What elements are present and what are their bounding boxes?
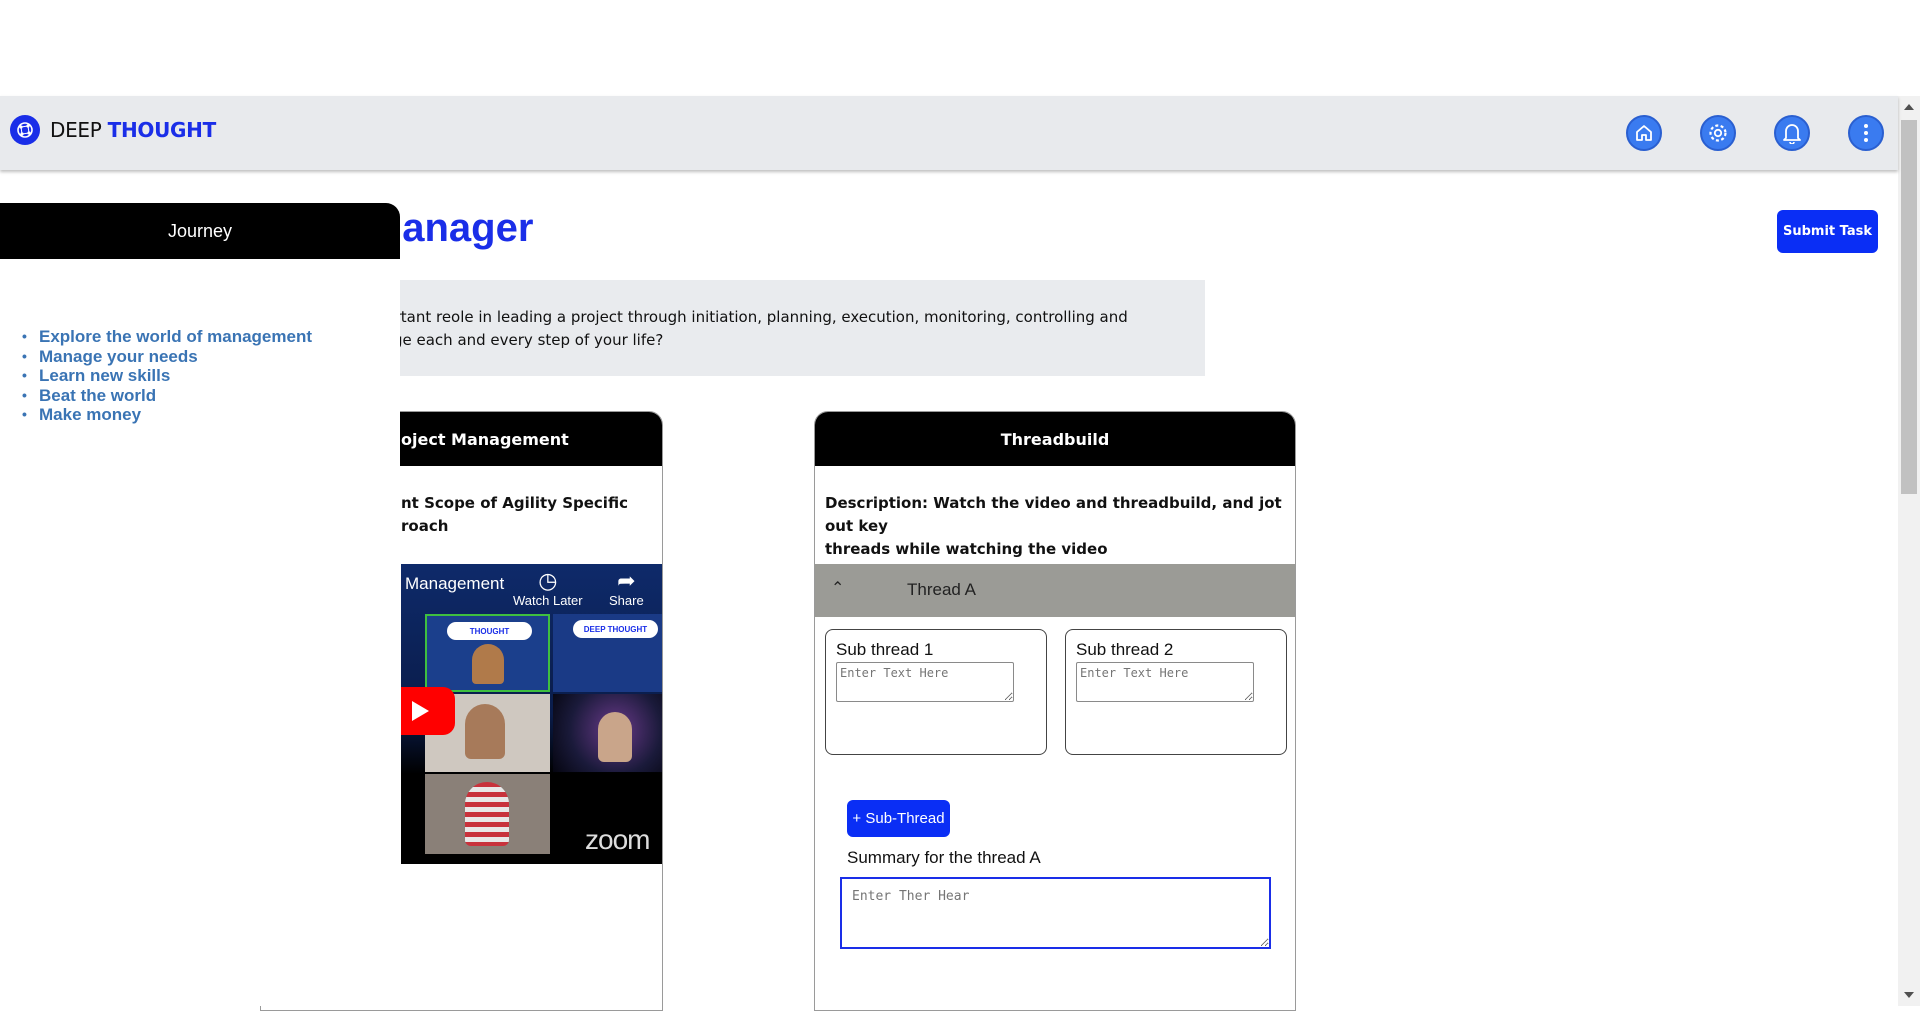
task-description-box: y an important reole in leading a projec…: [320, 280, 1205, 376]
video-title: Management: [405, 574, 505, 593]
journey-sidebar: Journey Explore the world of management …: [0, 203, 400, 1006]
journey-item[interactable]: Manage your needs: [22, 347, 312, 367]
participant-tile: [425, 774, 550, 854]
card-description-line: nt Scope of Agility Specific: [401, 494, 628, 512]
bell-icon[interactable]: [1774, 115, 1810, 151]
home-icon[interactable]: [1626, 115, 1662, 151]
top-navbar: DEEP THOUGHT: [0, 96, 1898, 170]
journey-list: Explore the world of management Manage y…: [22, 327, 312, 425]
thread-summary-input[interactable]: [840, 877, 1271, 949]
card-description-line: threads while watching the video: [825, 540, 1108, 558]
watch-later-label: Watch Later: [513, 593, 583, 608]
subthread-title: Sub thread 1: [836, 640, 934, 659]
subthread-title: Sub thread 2: [1076, 640, 1174, 659]
card-description: Description: Watch the video and threadb…: [815, 466, 1295, 561]
description-line: t to manage each and every step of your …: [320, 331, 664, 349]
journey-item[interactable]: Explore the world of management: [22, 327, 312, 347]
video-player[interactable]: Management ◷ Watch Later ➦ Share THOUGHT…: [401, 564, 662, 864]
brand-highlight: THOUGHT: [107, 118, 217, 142]
share-control[interactable]: ➦ Share: [609, 568, 644, 609]
tile-badge: DEEP THOUGHT: [573, 620, 658, 638]
youtube-play-button[interactable]: [401, 687, 455, 735]
journey-item[interactable]: Make money: [22, 405, 312, 425]
more-vertical-icon[interactable]: [1848, 115, 1884, 151]
participant-tile: DEEP THOUGHT: [553, 614, 662, 692]
journey-item[interactable]: Beat the world: [22, 386, 312, 406]
scrollbar-thumb[interactable]: [1901, 120, 1917, 494]
thread-label: Thread A: [907, 580, 976, 599]
share-label: Share: [609, 593, 644, 608]
participant-tile: [553, 694, 662, 772]
tile-badge: THOUGHT: [447, 622, 532, 640]
scroll-down-icon[interactable]: [1904, 992, 1914, 998]
subthread-card: Sub thread 2: [1065, 629, 1287, 755]
card-description-line: roach: [401, 517, 449, 535]
brand-name: DEEP THOUGHT: [50, 118, 216, 142]
participant-image: [465, 782, 509, 846]
subthread-card: Sub thread 1: [825, 629, 1047, 755]
watch-later-control[interactable]: ◷ Watch Later: [513, 568, 583, 609]
journey-item[interactable]: Learn new skills: [22, 366, 312, 386]
card-description-line: Description: Watch the video and threadb…: [825, 494, 1282, 535]
participant-image: [472, 644, 504, 684]
logo-icon: [10, 115, 40, 145]
chevron-up-icon[interactable]: ⌃: [831, 578, 844, 598]
add-subthread-button[interactable]: + Sub-Thread: [847, 800, 950, 837]
sidebar-title: Journey: [0, 203, 400, 259]
participant-image: [465, 704, 505, 759]
zoom-watermark: zoom: [585, 824, 650, 855]
share-icon: ➦: [617, 568, 636, 593]
scroll-up-icon[interactable]: [1904, 104, 1914, 110]
thread-accordion-header[interactable]: ⌃ Thread A: [815, 564, 1295, 617]
submit-task-button[interactable]: Submit Task: [1777, 210, 1878, 253]
page-scrollbar[interactable]: [1898, 96, 1920, 1006]
card-header: Threadbuild: [815, 412, 1295, 466]
summary-label: Summary for the thread A: [847, 848, 1041, 867]
subthread-input[interactable]: [1076, 662, 1254, 702]
description-line: y an important reole in leading a projec…: [320, 308, 1128, 326]
brand-prefix: DEEP: [50, 118, 102, 142]
clock-icon: ◷: [538, 568, 558, 593]
play-icon: [411, 701, 429, 721]
subthread-input[interactable]: [836, 662, 1014, 702]
brand-logo[interactable]: DEEP THOUGHT: [10, 115, 216, 145]
participant-tile: THOUGHT: [425, 614, 550, 692]
participant-image: [598, 712, 632, 762]
threadbuild-card: Threadbuild Description: Watch the video…: [814, 411, 1296, 1011]
settings-icon[interactable]: [1700, 115, 1736, 151]
task-description: y an important reole in leading a projec…: [320, 306, 1200, 352]
